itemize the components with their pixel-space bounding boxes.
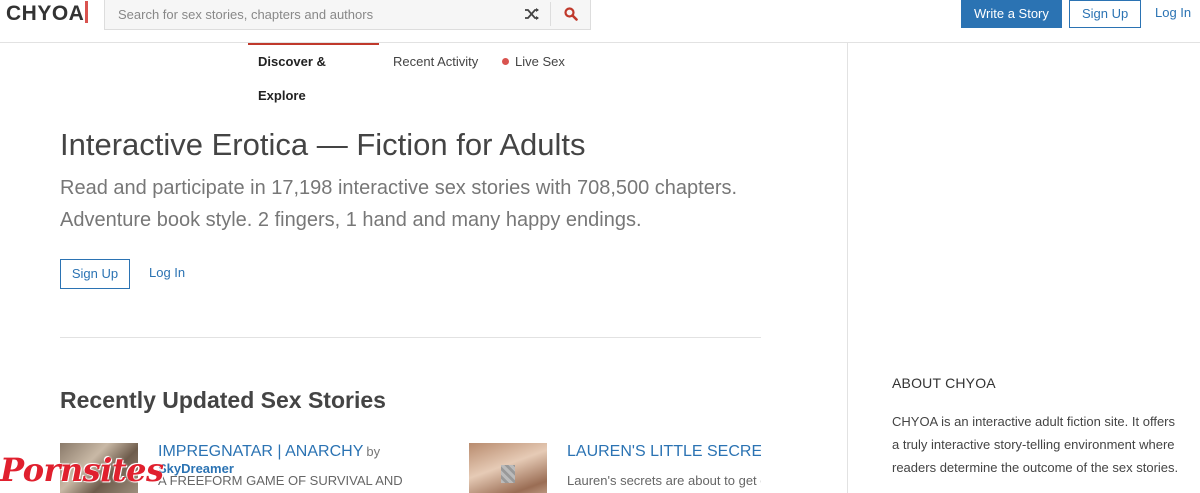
story-title-text: LAUREN'S LITTLE SECRET	[567, 443, 761, 460]
hero-signup-button[interactable]: Sign Up	[60, 259, 130, 289]
story-card: LAUREN'S LITTLE SECRETby Lauren's secret…	[469, 443, 761, 493]
hero-subtitle-line1: Read and participate in 17,198 interacti…	[60, 177, 738, 199]
about-text: CHYOA is an interactive adult fiction si…	[892, 414, 1179, 475]
search-button[interactable]	[552, 2, 590, 26]
tab-live-sex[interactable]: Live Sex	[492, 43, 575, 79]
watermark-logo: Pornsites	[0, 451, 164, 489]
header-signup-button[interactable]: Sign Up	[1069, 0, 1142, 28]
story-title-text: IMPREGNATAR | ANARCHY	[158, 443, 364, 460]
recent-stories-heading: Recently Updated Sex Stories	[60, 387, 386, 413]
shuffle-icon	[524, 8, 539, 20]
logo-accent-bar	[85, 1, 89, 23]
tab-label: Discover & Explore	[258, 54, 326, 103]
about-heading: ABOUT CHYOA	[892, 375, 996, 391]
search-icon	[564, 7, 578, 21]
logo-text: CHYOA	[6, 2, 85, 25]
story-thumbnail[interactable]	[469, 443, 547, 493]
censor-block	[501, 465, 515, 483]
tab-recent-activity[interactable]: Recent Activity	[383, 43, 488, 79]
story-by-label: by	[366, 444, 381, 459]
search-input[interactable]	[105, 0, 513, 28]
story-description: A FREEFORM GAME OF SURVIVAL AND	[158, 473, 403, 488]
header-login-link[interactable]: Log In	[1155, 5, 1191, 20]
random-story-button[interactable]	[513, 2, 551, 26]
tab-discover-explore[interactable]: Discover & Explore	[248, 43, 379, 103]
top-header: CHYOA Write a Story Sign Up Log In	[0, 0, 1200, 43]
site-logo[interactable]: CHYOA	[6, 1, 89, 26]
hero-title: Interactive Erotica — Fiction for Adults	[60, 127, 586, 162]
live-indicator-dot	[502, 58, 509, 65]
story-description: Lauren's secrets are about to get expose…	[567, 473, 761, 488]
write-story-button[interactable]: Write a Story	[961, 0, 1062, 28]
section-divider	[60, 337, 761, 338]
hero-subtitle-line2: Adventure book style. 2 fingers, 1 hand …	[60, 209, 642, 231]
tab-label: Live Sex	[515, 54, 565, 69]
story-title-link[interactable]: IMPREGNATAR | ANARCHY by	[158, 443, 380, 461]
story-title-link[interactable]: LAUREN'S LITTLE SECRETby	[567, 443, 761, 461]
tab-label: Recent Activity	[393, 54, 479, 69]
hero-login-link[interactable]: Log In	[149, 265, 185, 280]
search-bar	[104, 0, 591, 30]
